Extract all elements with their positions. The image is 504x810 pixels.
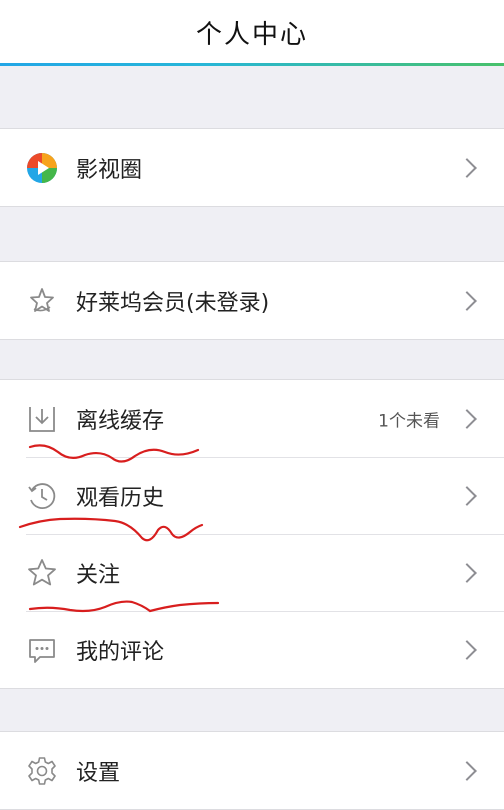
- play-circle-icon: [26, 152, 58, 184]
- menu-item-offline[interactable]: 离线缓存 1个未看: [0, 380, 504, 457]
- menu-item-comments[interactable]: 我的评论: [0, 611, 504, 688]
- section-media: 离线缓存 1个未看 观看历史 关注 我的评论: [0, 379, 504, 689]
- menu-item-circle[interactable]: 影视圈: [0, 129, 504, 206]
- menu-item-label: 观看历史: [76, 485, 165, 511]
- gear-icon: [26, 755, 58, 787]
- chevron-right-icon: [457, 408, 477, 429]
- history-clock-icon: [26, 480, 58, 512]
- menu-item-vip[interactable]: 好莱坞会员(未登录): [0, 262, 504, 339]
- chevron-right-icon: [457, 760, 477, 781]
- menu-item-settings[interactable]: 设置: [0, 732, 504, 809]
- menu-item-label: 好莱坞会员(未登录): [76, 290, 270, 316]
- menu-item-label: 影视圈: [76, 157, 143, 183]
- menu-item-follow[interactable]: 关注: [0, 534, 504, 611]
- section-vip: 好莱坞会员(未登录): [0, 261, 504, 340]
- header-accent-line: [0, 63, 504, 66]
- chevron-right-icon: [457, 157, 477, 178]
- chevron-right-icon: [457, 562, 477, 583]
- star-outline-icon: [26, 557, 58, 589]
- menu-item-label: 我的评论: [76, 639, 165, 665]
- chevron-right-icon: [457, 639, 477, 660]
- chevron-right-icon: [457, 485, 477, 506]
- menu-item-label: 离线缓存: [76, 408, 165, 434]
- star-badge-icon: [26, 285, 58, 317]
- menu-item-history[interactable]: 观看历史: [0, 457, 504, 534]
- menu-item-label: 设置: [76, 760, 121, 786]
- section-settings: 设置: [0, 731, 504, 810]
- header-bar: 个人中心: [0, 0, 504, 66]
- page-title: 个人中心: [195, 20, 308, 50]
- unwatched-count: 1个未看: [378, 411, 440, 431]
- comment-icon: [26, 634, 58, 666]
- chevron-right-icon: [457, 290, 477, 311]
- download-icon: [26, 403, 58, 435]
- section-circle: 影视圈: [0, 128, 504, 207]
- menu-item-label: 关注: [76, 562, 121, 588]
